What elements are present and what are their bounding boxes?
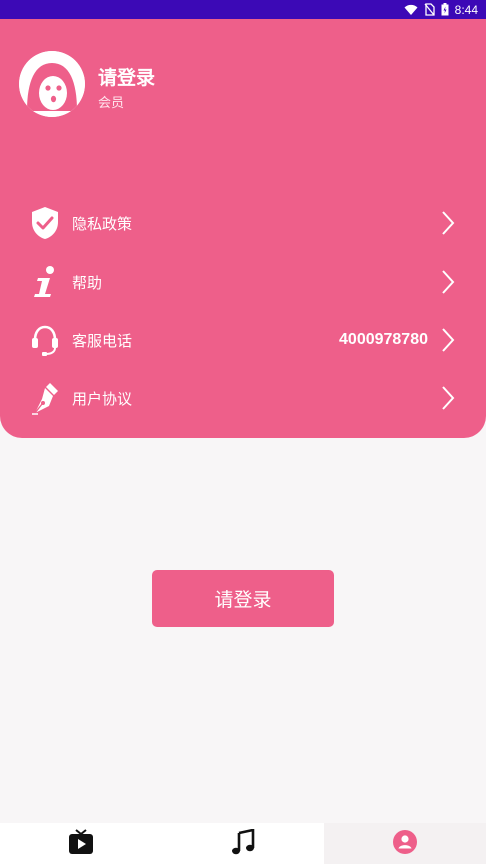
profile-panel: 请登录 会员 隐私政策 帮助 客服电话 4000978780 用户协议 bbox=[0, 19, 486, 438]
tv-play-icon bbox=[68, 828, 94, 859]
chevron-right-icon bbox=[440, 385, 456, 411]
no-sim-icon bbox=[424, 3, 435, 16]
menu-item-help[interactable]: 帮助 bbox=[0, 256, 486, 308]
shield-check-icon bbox=[28, 206, 62, 240]
profile-icon bbox=[392, 829, 418, 859]
chevron-right-icon bbox=[440, 327, 456, 353]
wifi-icon bbox=[404, 4, 418, 16]
user-name[interactable]: 请登录 bbox=[98, 63, 155, 90]
chevron-right-icon bbox=[440, 210, 456, 236]
pen-nib-icon bbox=[28, 381, 62, 415]
menu-label: 帮助 bbox=[72, 273, 103, 292]
chevron-right-icon bbox=[440, 269, 456, 295]
login-button[interactable]: 请登录 bbox=[152, 570, 334, 627]
bottom-nav bbox=[0, 823, 486, 864]
menu-item-customer-service[interactable]: 客服电话 4000978780 bbox=[0, 314, 486, 366]
nav-tab-video[interactable] bbox=[0, 823, 162, 864]
menu-item-user-agreement[interactable]: 用户协议 bbox=[0, 372, 486, 424]
battery-icon bbox=[441, 3, 449, 16]
nav-tab-profile[interactable] bbox=[324, 823, 486, 864]
headset-icon bbox=[28, 323, 62, 357]
menu-item-privacy-policy[interactable]: 隐私政策 bbox=[0, 197, 486, 249]
menu-label: 客服电话 bbox=[72, 331, 133, 350]
music-note-icon bbox=[230, 827, 256, 859]
status-bar: 8:44 bbox=[0, 0, 486, 19]
hotline-number[interactable]: 4000978780 bbox=[339, 331, 428, 349]
ghost-avatar-icon[interactable] bbox=[19, 51, 85, 117]
nav-tab-music[interactable] bbox=[162, 823, 324, 864]
menu-label: 用户协议 bbox=[72, 389, 133, 408]
menu-label: 隐私政策 bbox=[72, 214, 133, 233]
info-icon bbox=[28, 265, 62, 299]
user-level: 会员 bbox=[98, 96, 125, 111]
status-time: 8:44 bbox=[454, 2, 478, 17]
